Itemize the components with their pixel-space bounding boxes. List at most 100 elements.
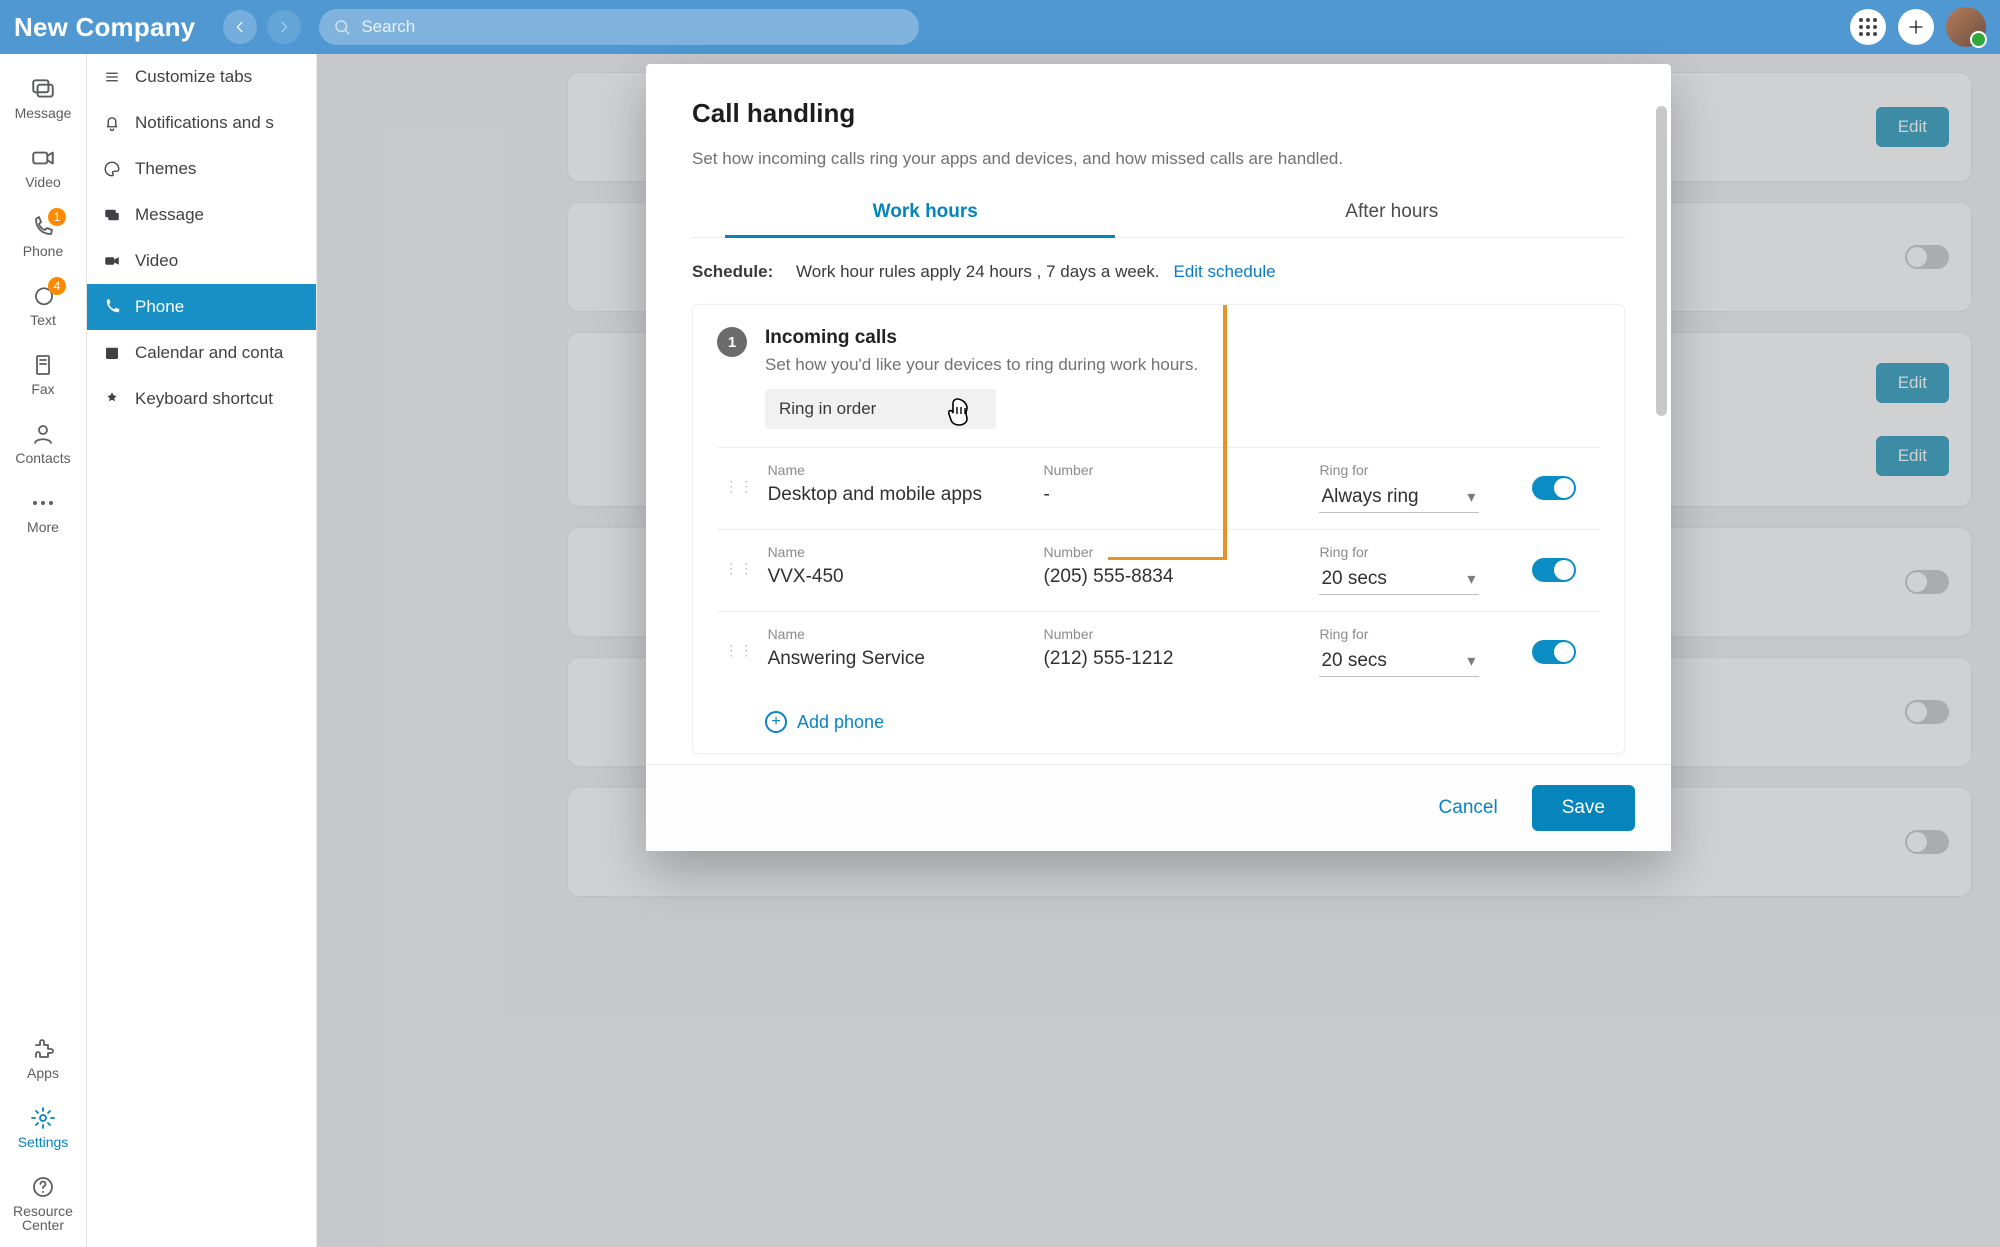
settings-item-keyboard[interactable]: Keyboard shortcut <box>87 376 316 422</box>
keyboard-icon <box>101 390 123 408</box>
tab-work-hours[interactable]: Work hours <box>692 189 1159 237</box>
col-ringfor: Ring for <box>1319 626 1519 642</box>
settings-item-calendar[interactable]: Calendar and conta <box>87 330 316 376</box>
dialpad-button[interactable] <box>1850 9 1886 45</box>
search-input[interactable] <box>359 16 905 38</box>
add-phone-label: Add phone <box>797 712 884 733</box>
fax-icon <box>31 353 55 377</box>
col-name: Name <box>768 626 1032 642</box>
rail-label: Contacts <box>0 450 86 466</box>
col-number: Number <box>1044 462 1308 478</box>
rail-apps[interactable]: Apps <box>0 1028 86 1095</box>
col-name: Name <box>768 544 1032 560</box>
settings-item-label: Keyboard shortcut <box>135 389 273 409</box>
rail-fax[interactable]: Fax <box>0 344 86 411</box>
ring-for-value: Always ring <box>1321 486 1418 508</box>
brand-title: New Company <box>14 12 195 43</box>
ring-for-select[interactable]: 20 secs ▾ <box>1319 566 1479 595</box>
rail-contacts[interactable]: Contacts <box>0 413 86 480</box>
device-number: (205) 555-8834 <box>1044 566 1174 587</box>
device-row: ⋮⋮NameAnswering ServiceNumber(212) 555-1… <box>717 612 1600 694</box>
device-toggle[interactable] <box>1532 558 1576 582</box>
settings-item-phone[interactable]: Phone <box>87 284 316 330</box>
contacts-icon <box>31 422 55 446</box>
more-icon <box>31 497 55 509</box>
settings-item-label: Customize tabs <box>135 67 252 87</box>
rail-more[interactable]: More <box>0 482 86 549</box>
add-phone-link[interactable]: + Add phone <box>717 693 1600 743</box>
rail-text[interactable]: 4 Text <box>0 275 86 342</box>
ring-for-select[interactable]: 20 secs▾ <box>1319 648 1479 677</box>
call-handling-modal: Call handling Set how incoming calls rin… <box>646 64 1671 851</box>
device-name: VVX-450 <box>768 566 844 587</box>
drag-handle[interactable]: ⋮⋮ <box>717 530 762 612</box>
modal-tabs: Work hours After hours <box>692 189 1625 238</box>
chevron-down-icon: ▾ <box>1467 487 1475 507</box>
new-action-button[interactable] <box>1898 9 1934 45</box>
settings-item-themes[interactable]: Themes <box>87 146 316 192</box>
nav-back-button[interactable] <box>223 10 257 44</box>
badge: 1 <box>48 208 66 226</box>
settings-item-message[interactable]: Message <box>87 192 316 238</box>
settings-item-label: Message <box>135 205 204 225</box>
rail-label: Fax <box>0 381 86 397</box>
cursor-icon <box>948 395 978 429</box>
settings-item-customize[interactable]: Customize tabs <box>87 54 316 100</box>
global-search[interactable] <box>319 9 919 45</box>
settings-item-notifications[interactable]: Notifications and s <box>87 100 316 146</box>
col-name: Name <box>768 462 1032 478</box>
col-number: Number <box>1044 626 1308 642</box>
rail-label: Message <box>0 105 86 121</box>
ring-for-select[interactable]: Always ring ▾ <box>1319 484 1479 513</box>
chevron-left-icon <box>232 19 248 35</box>
tab-after-hours[interactable]: After hours <box>1159 189 1626 237</box>
palette-icon <box>101 160 123 178</box>
settings-item-label: Calendar and conta <box>135 343 283 363</box>
list-icon <box>101 68 123 86</box>
left-rail: Message Video 1 Phone 4 Text Fax Cont <box>0 54 87 1247</box>
drag-handle[interactable]: ⋮⋮ <box>717 448 762 530</box>
plus-icon <box>1907 18 1925 36</box>
rail-label: Phone <box>0 243 86 259</box>
device-number: (212) 555-1212 <box>1044 648 1174 669</box>
schedule-text: Work hour rules apply 24 hours , 7 days … <box>796 262 1159 282</box>
settings-item-video[interactable]: Video <box>87 238 316 284</box>
user-avatar[interactable] <box>1946 7 1986 47</box>
rail-phone[interactable]: 1 Phone <box>0 206 86 273</box>
help-icon <box>31 1175 55 1199</box>
video-icon <box>30 145 56 171</box>
drag-handle[interactable]: ⋮⋮ <box>717 612 762 694</box>
chevron-down-icon: ▾ <box>1467 569 1475 589</box>
rail-label: Apps <box>0 1065 86 1081</box>
rail-settings[interactable]: Settings <box>0 1097 86 1164</box>
device-toggle[interactable] <box>1532 640 1576 664</box>
nav-forward-button[interactable] <box>267 10 301 44</box>
save-button[interactable]: Save <box>1532 785 1635 831</box>
rail-message[interactable]: Message <box>0 68 86 135</box>
edit-schedule-link[interactable]: Edit schedule <box>1173 262 1275 282</box>
rail-label: More <box>0 519 86 535</box>
rail-label: Settings <box>0 1134 86 1150</box>
cancel-button[interactable]: Cancel <box>1433 785 1504 831</box>
step-badge: 1 <box>717 327 747 357</box>
modal-scrollbar[interactable] <box>1656 106 1667 416</box>
rail-video[interactable]: Video <box>0 137 86 204</box>
ring-for-value: 20 secs <box>1321 568 1386 590</box>
schedule-label: Schedule: <box>692 262 782 282</box>
rail-resource-center[interactable]: Resource Center <box>0 1166 86 1247</box>
settings-item-label: Phone <box>135 297 184 317</box>
device-table: ⋮⋮NameDesktop and mobile appsNumber-Ring… <box>717 447 1600 693</box>
puzzle-icon <box>31 1037 55 1061</box>
calendar-icon <box>101 344 123 362</box>
device-toggle[interactable] <box>1532 476 1576 500</box>
incoming-calls-section: 1 Incoming calls Set how you'd like your… <box>692 304 1625 754</box>
badge: 4 <box>48 277 66 295</box>
modal-title: Call handling <box>692 98 1625 129</box>
ring-mode-select[interactable]: Ring in order <box>765 389 996 429</box>
phone-icon <box>101 298 123 316</box>
device-row: ⋮⋮NameVVX-450Number(205) 555-8834Ring fo… <box>717 530 1600 612</box>
ring-mode-value: Ring in order <box>779 399 876 419</box>
video-icon <box>101 252 123 270</box>
device-name: Desktop and mobile apps <box>768 484 982 505</box>
modal-overlay: Call handling Set how incoming calls rin… <box>317 54 2000 1247</box>
